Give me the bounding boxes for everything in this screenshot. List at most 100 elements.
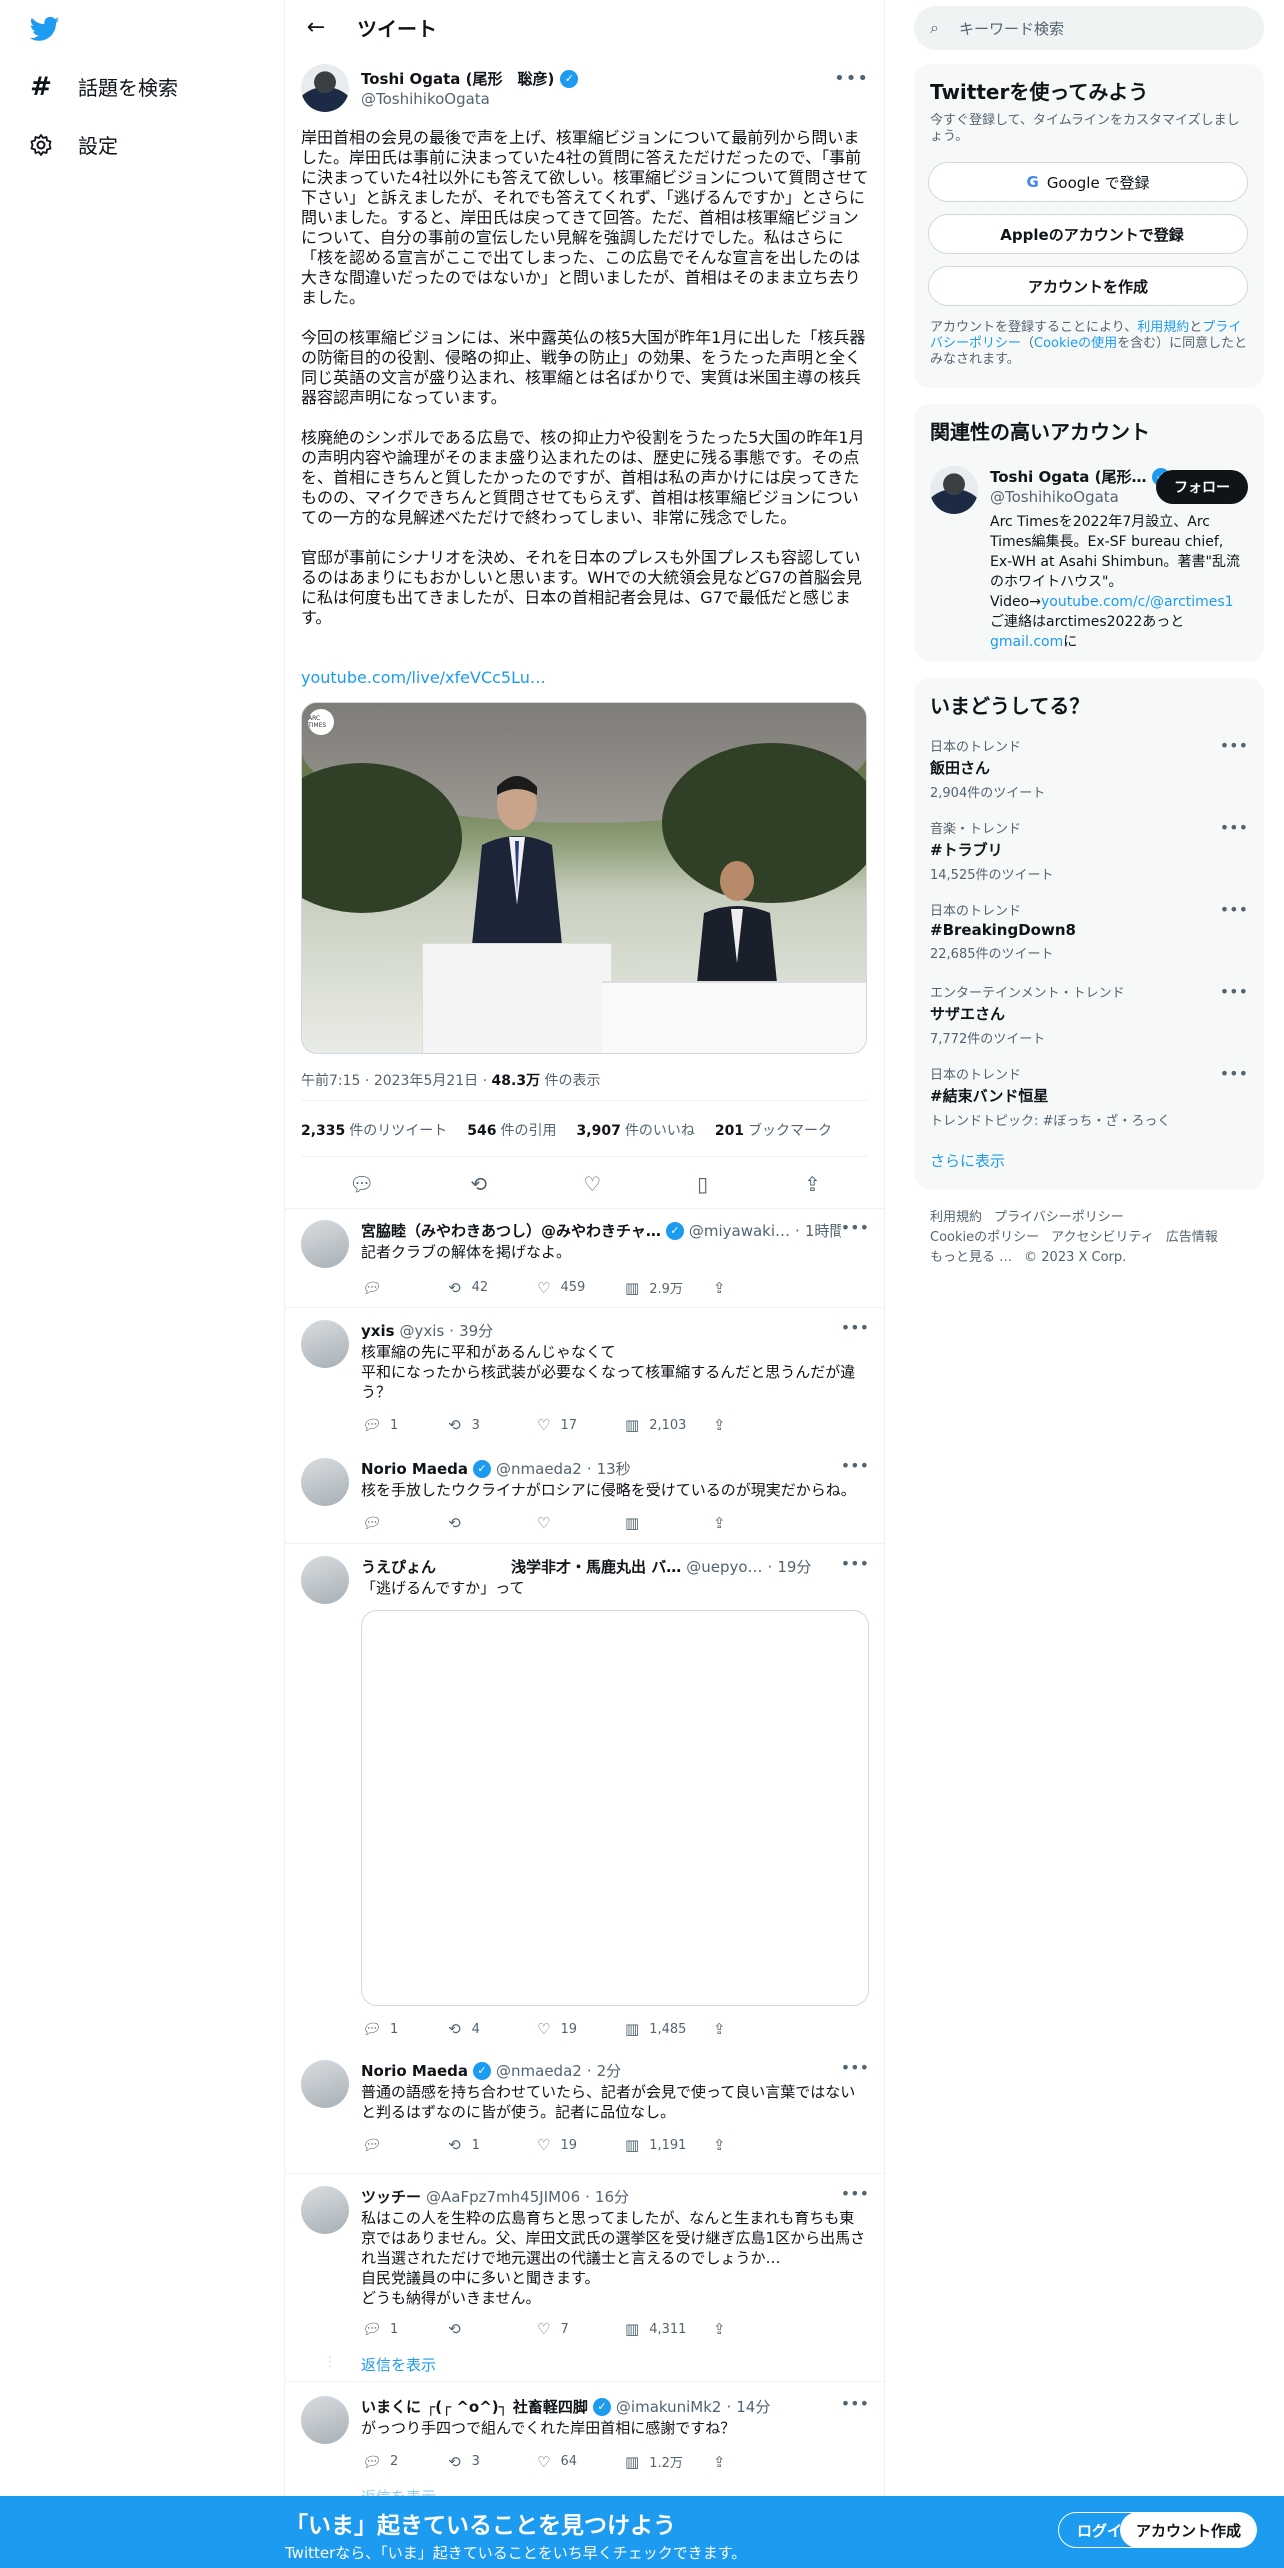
- reply-retweet-button[interactable]: ⟲ 1: [449, 2136, 537, 2154]
- reply-time[interactable]: 14分: [736, 2396, 770, 2417]
- footer-link[interactable]: 利用規約: [930, 1210, 982, 1225]
- more-options-icon[interactable]: •••: [834, 68, 869, 89]
- reply-like-button[interactable]: ♡ 7: [537, 2320, 625, 2338]
- retweet-icon[interactable]: ⟲: [470, 1172, 487, 1196]
- related-name[interactable]: Toshi Ogata (尾形…: [990, 466, 1147, 487]
- more-options-icon[interactable]: •••: [1220, 982, 1248, 1001]
- footer-link[interactable]: アクセシビリティ: [1051, 1230, 1154, 1245]
- reply-retweet-button[interactable]: ⟲ 3: [449, 2452, 537, 2471]
- reply-like-button[interactable]: ♡ 459: [537, 1278, 625, 1297]
- footer-link[interactable]: もっと見る …: [930, 1250, 1012, 1265]
- retweet-stat[interactable]: 2,335 件のリツイート: [301, 1120, 447, 1140]
- author-name[interactable]: Toshi Ogata (尾形 聡彦): [361, 68, 554, 89]
- reply-views-button[interactable]: ▥ 1,191: [625, 2136, 713, 2154]
- tweet-date[interactable]: 2023年5月21日: [374, 1073, 478, 1089]
- reply-views-button[interactable]: ▥ 2.9万: [625, 1278, 713, 1298]
- reply-share-button[interactable]: ⇪: [713, 1416, 801, 1434]
- reply-share-button[interactable]: ⇪: [713, 1278, 801, 1297]
- google-signup-button[interactable]: G Google で登録: [928, 162, 1248, 202]
- reply-handle[interactable]: @yxis: [400, 1322, 445, 1340]
- reply-views-button[interactable]: ▥ 1.2万: [625, 2452, 713, 2472]
- search-input[interactable]: キーワード検索: [959, 18, 1064, 39]
- quote-stat[interactable]: 546 件の引用: [467, 1120, 556, 1140]
- reply-name[interactable]: ツッチー: [361, 2186, 421, 2207]
- create-account-button[interactable]: アカウントを作成: [928, 266, 1248, 306]
- more-options-icon[interactable]: •••: [841, 1218, 869, 1237]
- bio-link[interactable]: youtube.com/c/@arctimes1: [1041, 594, 1234, 610]
- reply-retweet-button[interactable]: ⟲: [449, 1514, 537, 1532]
- reply-name[interactable]: Norio Maeda: [361, 1460, 468, 1478]
- cookie-link[interactable]: Cookieの使用: [1034, 336, 1117, 351]
- bio-link[interactable]: gmail.com: [990, 634, 1063, 650]
- reply-like-button[interactable]: ♡ 17: [537, 1416, 625, 1434]
- reply-name[interactable]: yxis: [361, 1322, 395, 1340]
- apple-signup-button[interactable]: Appleのアカウントで登録: [928, 214, 1248, 254]
- back-arrow-icon[interactable]: ←: [301, 12, 331, 42]
- reply-avatar[interactable]: [301, 2396, 349, 2444]
- reply-avatar[interactable]: [301, 1220, 349, 1268]
- reply-tweet[interactable]: 宮脇睦（みやわきあつし）@みやわきチャ… ✓ @miyawaki… · 1時間 …: [285, 1208, 885, 1308]
- reply-views-button[interactable]: ▥: [625, 1514, 713, 1532]
- reply-retweet-button[interactable]: ⟲: [449, 2320, 537, 2338]
- follow-button[interactable]: フォロー: [1156, 470, 1248, 504]
- reply-tweet[interactable]: Norio Maeda ✓ @nmaeda2 · 13秒 ••• 核を手放したウ…: [285, 1446, 885, 1544]
- reply-name[interactable]: 宮脇睦（みやわきあつし）@みやわきチャ…: [361, 1220, 661, 1241]
- more-options-icon[interactable]: •••: [841, 1456, 869, 1475]
- reply-handle[interactable]: @imakuniMk2: [616, 2398, 722, 2416]
- reply-avatar[interactable]: [301, 1556, 349, 1604]
- footer-link[interactable]: 広告情報: [1166, 1230, 1218, 1245]
- search-bar[interactable]: ⌕ キーワード検索: [914, 6, 1264, 50]
- reply-share-button[interactable]: ⇪: [713, 1514, 801, 1532]
- reply-share-button[interactable]: ⇪: [713, 2136, 801, 2154]
- more-options-icon[interactable]: •••: [841, 2058, 869, 2077]
- reply-like-button[interactable]: ♡ 19: [537, 2020, 625, 2038]
- reply-avatar[interactable]: [301, 2186, 349, 2234]
- footer-link[interactable]: プライバシーポリシー: [994, 1210, 1124, 1225]
- reply-reply-button[interactable]: 💬︎: [361, 1514, 449, 1532]
- reply-avatar[interactable]: [301, 1458, 349, 1506]
- reply-like-button[interactable]: ♡ 64: [537, 2452, 625, 2471]
- reply-views-button[interactable]: ▥ 2,103: [625, 1416, 713, 1434]
- more-options-icon[interactable]: •••: [841, 2184, 869, 2203]
- reply-time[interactable]: 19分: [777, 1556, 811, 1577]
- show-more-link[interactable]: さらに表示: [930, 1152, 1005, 1170]
- more-options-icon[interactable]: •••: [841, 1318, 869, 1337]
- signup-button[interactable]: アカウント作成: [1120, 2512, 1258, 2548]
- footer-link[interactable]: Cookieのポリシー: [930, 1230, 1039, 1245]
- reply-time[interactable]: 1時間: [805, 1220, 841, 1241]
- reply-name[interactable]: Norio Maeda: [361, 2062, 468, 2080]
- reply-tweet[interactable]: いまくに ┌(┌ ^o^)┐ 社畜軽四脚 ✓ @imakuniMk2 · 14分…: [285, 2384, 885, 2506]
- trend-item[interactable]: エンターテインメント・トレンド サザエさん 7,772件のツイート •••: [930, 982, 1248, 1047]
- tweet-link[interactable]: youtube.com/live/xfeVCc5Lu…: [301, 668, 546, 687]
- reply-handle[interactable]: @nmaeda2: [496, 2062, 582, 2080]
- show-more-trends[interactable]: さらに表示: [930, 1150, 1248, 1171]
- reply-share-button[interactable]: ⇪: [713, 2020, 801, 2038]
- nav-explore[interactable]: # 話題を検索: [28, 72, 178, 102]
- more-options-icon[interactable]: •••: [841, 2394, 869, 2413]
- reply-retweet-button[interactable]: ⟲ 42: [449, 1278, 537, 1297]
- reply-reply-button[interactable]: 💬︎: [361, 2136, 449, 2154]
- reply-reply-button[interactable]: 💬︎ 1: [361, 2020, 449, 2038]
- reply-retweet-button[interactable]: ⟲ 4: [449, 2020, 537, 2038]
- like-stat[interactable]: 3,907 件のいいね: [577, 1120, 695, 1140]
- reply-tweet[interactable]: ツッチー @AaFpz7mh45JIM06 · 16分 ••• 私はこの人を生粋…: [285, 2174, 885, 2382]
- reply-tweet[interactable]: うえぴょん 浅学非才・馬鹿丸出 バ… @uepyo… · 19分 ••• 「逃げ…: [285, 1544, 885, 2064]
- author-handle[interactable]: @ToshihikoOgata: [361, 90, 490, 108]
- reply-reply-button[interactable]: 💬︎: [361, 1278, 449, 1297]
- tweet-image[interactable]: ARC TIMES: [301, 702, 867, 1054]
- share-icon[interactable]: ⇪: [804, 1172, 821, 1196]
- reply-share-button[interactable]: ⇪: [713, 2452, 801, 2471]
- related-handle[interactable]: @ToshihikoOgata: [990, 488, 1119, 506]
- trend-item[interactable]: 日本のトレンド 飯田さん 2,904件のツイート •••: [930, 736, 1248, 801]
- trend-item[interactable]: 音楽・トレンド #トラブリ 14,525件のツイート •••: [930, 818, 1248, 883]
- reply-time[interactable]: 2分: [597, 2060, 622, 2081]
- reply-avatar[interactable]: [301, 1320, 349, 1368]
- reply-avatar[interactable]: [301, 2060, 349, 2108]
- reply-time[interactable]: 16分: [595, 2186, 629, 2207]
- show-replies-link[interactable]: 返信を表示: [361, 2354, 436, 2375]
- reply-time[interactable]: 13秒: [597, 1458, 631, 1479]
- related-avatar[interactable]: [930, 466, 978, 514]
- bookmark-stat[interactable]: 201 ブックマーク: [715, 1120, 832, 1140]
- reply-views-button[interactable]: ▥ 1,485: [625, 2020, 713, 2038]
- reply-reply-button[interactable]: 💬︎ 1: [361, 1416, 449, 1434]
